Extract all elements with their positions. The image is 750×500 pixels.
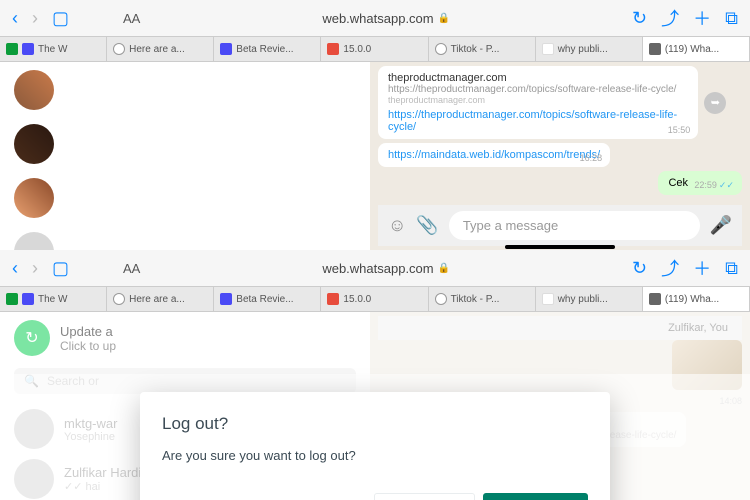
favicon-icon xyxy=(220,293,232,305)
tab[interactable]: why publi... xyxy=(536,37,643,61)
favicon-icon xyxy=(542,43,554,55)
link-url: https://theproductmanager.com/topics/sof… xyxy=(388,84,688,95)
browser-toolbar: ‹ › ▢ AA web.whatsapp.com 🔒 ↻ ⤴ ＋ ⧉ xyxy=(0,250,750,286)
forward-icon[interactable]: ➥ xyxy=(704,92,726,114)
tab-strip: The W Here are a... Beta Revie... 15.0.0… xyxy=(0,36,750,62)
message-input[interactable]: Type a message xyxy=(449,211,700,240)
message-text: Cek xyxy=(668,177,688,189)
tab-strip: The W Here are a... Beta Revie... 15.0.0… xyxy=(0,286,750,312)
avatar[interactable] xyxy=(14,178,54,218)
favicon-icon xyxy=(327,293,339,305)
dialog-title: Log out? xyxy=(162,414,588,434)
bookmarks-icon[interactable]: ▢ xyxy=(52,258,69,279)
favicon-icon xyxy=(6,293,18,305)
reload-icon[interactable]: ↻ xyxy=(632,258,647,279)
bookmarks-icon[interactable]: ▢ xyxy=(52,8,69,29)
update-title: Update a xyxy=(60,324,116,339)
browser-toolbar: ‹ › ▢ AA web.whatsapp.com 🔒 ↻ ⤴ ＋ ⧉ xyxy=(0,0,750,36)
forward-button[interactable]: › xyxy=(32,258,38,279)
favicon-icon xyxy=(22,293,34,305)
avatar[interactable] xyxy=(14,124,54,164)
tab[interactable]: Here are a... xyxy=(107,287,214,311)
reload-icon[interactable]: ↻ xyxy=(632,8,647,29)
cancel-button[interactable]: CANCEL xyxy=(374,493,475,500)
message-link[interactable]: https://theproductmanager.com/topics/sof… xyxy=(388,109,688,133)
message-out[interactable]: Cek 22:59✓✓ xyxy=(658,171,742,195)
back-button[interactable]: ‹ xyxy=(12,258,18,279)
logout-dialog: Log out? Are you sure you want to log ou… xyxy=(140,392,610,500)
share-icon[interactable]: ⤴ xyxy=(661,255,679,281)
home-indicator xyxy=(505,245,615,249)
reader-aa[interactable]: AA xyxy=(123,261,140,276)
lock-icon: 🔒 xyxy=(438,13,450,24)
favicon-icon xyxy=(649,43,661,55)
chat-pane: theproductmanager.com https://theproduct… xyxy=(370,62,750,250)
message-time: 22:59 xyxy=(694,180,717,190)
link-title: theproductmanager.com xyxy=(388,72,688,84)
new-tab-icon[interactable]: ＋ xyxy=(693,255,711,281)
new-tab-icon[interactable]: ＋ xyxy=(693,5,711,31)
address-bar[interactable]: web.whatsapp.com 🔒 xyxy=(154,11,618,26)
message-link[interactable]: https://maindata.web.id/kompascom/trends… xyxy=(388,149,600,161)
favicon-icon xyxy=(113,43,125,55)
favicon-icon xyxy=(435,43,447,55)
url-text: web.whatsapp.com xyxy=(322,11,433,26)
message-time: 16:28 xyxy=(580,153,603,163)
favicon-icon xyxy=(435,293,447,305)
url-text: web.whatsapp.com xyxy=(322,261,433,276)
link-host: theproductmanager.com xyxy=(388,95,688,105)
mic-icon[interactable]: 🎤 xyxy=(710,215,732,236)
favicon-icon xyxy=(220,43,232,55)
chat-list-sidebar: GRUP TIKTOK 2022 🕺💃🔥 22:43 xyxy=(0,62,370,250)
message-in-link-preview[interactable]: theproductmanager.com https://theproduct… xyxy=(378,66,698,139)
tab[interactable]: The W xyxy=(0,287,107,311)
attach-icon[interactable]: 📎 xyxy=(416,215,438,236)
tabs-icon[interactable]: ⧉ xyxy=(725,258,738,279)
favicon-icon xyxy=(542,293,554,305)
message-time: 15:50 xyxy=(668,125,691,135)
tab-active[interactable]: (119) Wha... xyxy=(643,287,750,311)
favicon-icon xyxy=(6,43,18,55)
back-button[interactable]: ‹ xyxy=(12,8,18,29)
update-available-row[interactable]: ↻ Update a Click to up xyxy=(14,320,356,356)
message-in[interactable]: https://maindata.web.id/kompascom/trends… xyxy=(378,143,610,167)
avatar[interactable] xyxy=(14,232,54,250)
dialog-body: Are you sure you want to log out? xyxy=(162,448,588,463)
favicon-icon xyxy=(327,43,339,55)
forward-button[interactable]: › xyxy=(32,8,38,29)
read-checks-icon: ✓✓ xyxy=(719,180,734,190)
update-subtitle: Click to up xyxy=(60,339,116,353)
tab[interactable]: 15.0.0 xyxy=(321,37,428,61)
tab[interactable]: The W xyxy=(0,37,107,61)
tab-active[interactable]: (119) Wha... xyxy=(643,37,750,61)
tab[interactable]: Here are a... xyxy=(107,37,214,61)
tabs-icon[interactable]: ⧉ xyxy=(725,8,738,29)
lock-icon: 🔒 xyxy=(438,263,450,274)
favicon-icon xyxy=(113,293,125,305)
tab[interactable]: Beta Revie... xyxy=(214,287,321,311)
share-icon[interactable]: ⤴ xyxy=(661,5,679,31)
tab[interactable]: Beta Revie... xyxy=(214,37,321,61)
favicon-icon xyxy=(22,43,34,55)
emoji-icon[interactable]: ☺ xyxy=(388,215,406,236)
reader-aa[interactable]: AA xyxy=(123,11,140,26)
refresh-icon: ↻ xyxy=(14,320,50,356)
message-composer: ☺ 📎 Type a message 🎤 xyxy=(378,205,742,246)
tab[interactable]: 15.0.0 xyxy=(321,287,428,311)
chat-header-subtitle: Zulfikar, You xyxy=(378,316,742,340)
tab[interactable]: Tiktok - P... xyxy=(429,37,536,61)
tab[interactable]: Tiktok - P... xyxy=(429,287,536,311)
avatar[interactable] xyxy=(14,70,54,110)
tab[interactable]: why publi... xyxy=(536,287,643,311)
address-bar[interactable]: web.whatsapp.com 🔒 xyxy=(154,261,618,276)
logout-button[interactable]: LOG OUT xyxy=(483,493,588,500)
favicon-icon xyxy=(649,293,661,305)
